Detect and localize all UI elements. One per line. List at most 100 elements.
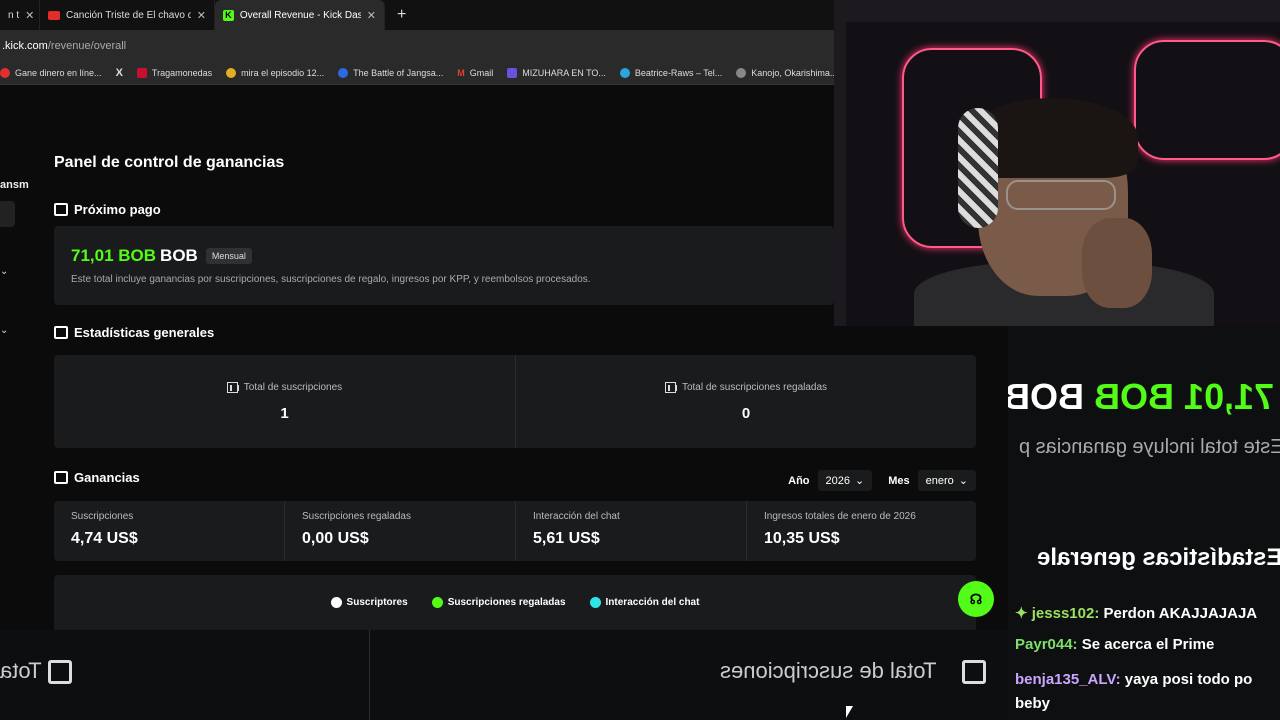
bar-chart-icon [226, 381, 239, 393]
bookmark-item[interactable]: Tragamonedas [136, 67, 212, 78]
frequency-badge: Mensual [205, 248, 252, 264]
stats-heading-label: Estadísticas generales [74, 325, 215, 340]
stat-gifted-subscriptions: Total de suscripciones regaladas 0 [516, 355, 976, 448]
payout-currency: BOB [160, 246, 198, 265]
mirrored-heading: Estadísticas generale [1036, 544, 1280, 571]
chat-username[interactable]: jesss102: [1032, 605, 1100, 622]
chat-username[interactable]: benja135_ALV: [1015, 671, 1121, 688]
stat-value: 0 [741, 404, 751, 422]
tab-kick-dashboard[interactable]: K Overall Revenue - Kick Dashboard ✕ [215, 0, 385, 30]
earnings-chart-card: Suscriptores Suscripciones regaladas Int… [54, 575, 976, 635]
sidebar: ansm ⌄ ⌄ [0, 86, 29, 630]
bookmark-item[interactable]: Kanojo, Okarishima... [736, 67, 834, 78]
bookmark-gmail[interactable]: M Gmail [457, 68, 493, 78]
chat-message: Payr044: Se acerca el Prime [1015, 636, 1214, 653]
bookmark-label: The Battle of Jangsa... [353, 67, 444, 78]
x-icon: X [115, 66, 123, 79]
chat-badge-icon: ✦ [1015, 605, 1028, 622]
chevron-down-icon: ⌄ [855, 475, 865, 487]
bookmark-icon [507, 67, 518, 78]
wallet-icon [54, 203, 68, 216]
earnings-label: Ingresos totales de enero de 2026 [764, 511, 916, 522]
close-icon[interactable]: ✕ [197, 9, 206, 22]
headset-icon: ☊ [969, 590, 983, 607]
chat-message: ✦ jesss102: Perdon AKAJJAJAJA [1015, 604, 1257, 622]
browser-tab-bar: n t ✕ Canción Triste de El chavo del 8 ✕… [0, 0, 834, 30]
bar-chart-icon [664, 381, 677, 393]
bookmark-icon [0, 67, 10, 78]
bookmark-label: Kanojo, Okarishima... [751, 67, 834, 78]
year-label: Año [788, 474, 810, 487]
chevron-down-icon: ⌄ [958, 475, 968, 487]
chart-legend: Suscriptores Suscripciones regaladas Int… [54, 597, 976, 608]
legend-item-gifted[interactable]: Suscripciones regaladas [431, 597, 566, 608]
bar-chart-icon [962, 660, 986, 684]
legend-dot [431, 597, 443, 608]
youtube-icon [48, 10, 60, 20]
legend-label: Suscripciones regaladas [447, 597, 566, 608]
bookmark-item[interactable]: Beatrice-Raws – Tel... [619, 67, 722, 78]
tab-partial[interactable]: n t ✕ [0, 0, 40, 30]
earnings-label: Suscripciones [71, 511, 134, 522]
close-icon[interactable]: ✕ [25, 9, 34, 22]
bookmark-label: Gmail [469, 67, 494, 78]
earnings-value: 0,00 US$ [302, 530, 369, 547]
legend-label: Interacción del chat [605, 597, 700, 608]
mirrored-amount: 71,01 BOB [1093, 376, 1274, 417]
payout-description: Este total incluye ganancias por suscrip… [71, 274, 591, 285]
tab-youtube[interactable]: Canción Triste de El chavo del 8 ✕ [40, 0, 215, 30]
sidebar-item-active[interactable] [0, 201, 15, 227]
close-icon[interactable]: ✕ [367, 9, 376, 22]
stat-total-subscriptions: Total de suscripciones 1 [54, 355, 515, 448]
tab-label: Overall Revenue - Kick Dashboard [239, 9, 361, 21]
earnings-label: Suscripciones regaladas [302, 511, 411, 522]
webcam-overlay [834, 0, 1280, 326]
earnings-gifted: Suscripciones regaladas 0,00 US$ [285, 501, 428, 561]
stat-label-row: Total de suscripciones [226, 381, 342, 393]
bookmark-icon [338, 67, 349, 78]
month-label: Mes [888, 474, 910, 487]
bookmark-x[interactable]: X [116, 67, 123, 79]
chevron-down-icon[interactable]: ⌄ [0, 266, 8, 277]
bookmark-icon [136, 67, 147, 78]
year-select[interactable]: 2026 ⌄ [817, 470, 873, 491]
bookmark-label: Gane dinero en líne... [15, 67, 102, 78]
screen: n t ✕ Canción Triste de El chavo del 8 ✕… [0, 0, 1280, 720]
earnings-label: Interacción del chat [533, 511, 620, 522]
chat-username[interactable]: Payr044: [1015, 636, 1078, 653]
stat-label-row: Total de suscripciones regaladas [664, 381, 828, 393]
address-bar[interactable]: .kick.com/revenue/overall [0, 30, 834, 61]
new-tab-button[interactable]: + [397, 6, 406, 24]
earnings-chat: Interacción del chat 5,61 US$ [516, 501, 637, 561]
month-value: enero [925, 474, 954, 487]
chat-text: Perdon AKAJJAJAJA [1103, 605, 1258, 622]
stats-icon [54, 326, 68, 339]
payout-heading-label: Próximo pago [74, 202, 161, 217]
sidebar-item-label[interactable]: ansm [0, 179, 29, 191]
earnings-value: 4,74 US$ [71, 530, 138, 547]
stream-chat: ✦ jesss102: Perdon AKAJJAJAJA Payr044: S… [1008, 596, 1280, 720]
support-chat-button[interactable]: ☊ [958, 581, 994, 617]
bookmark-item[interactable]: The Battle of Jangsa... [338, 67, 444, 78]
bookmark-item[interactable]: MIZUHARA EN TO... [507, 67, 606, 78]
mirrored-label: Tota [0, 658, 42, 683]
chevron-down-icon[interactable]: ⌄ [0, 325, 8, 336]
bookmark-item[interactable]: mira el episodio 12... [226, 67, 324, 78]
payout-amount-row: 71,01 BOB BOB Mensual [71, 246, 252, 266]
legend-item-chat[interactable]: Interacción del chat [589, 597, 700, 608]
neon-sign [1134, 40, 1280, 160]
bookmark-item[interactable]: Gane dinero en líne... [0, 67, 102, 78]
earnings-heading: Ganancias [54, 470, 140, 485]
page-title: Panel de control de ganancias [54, 154, 285, 171]
payout-amount: 71,01 BOB [71, 246, 157, 265]
bookmarks-bar: Gane dinero en líne... X Tragamonedas mi… [0, 61, 834, 85]
stat-value: 1 [280, 404, 289, 422]
glasses [1006, 180, 1116, 210]
url-path: /revenue/overall [47, 39, 127, 52]
month-select[interactable]: enero ⌄ [917, 470, 976, 491]
bar-chart-icon [54, 471, 68, 484]
stat-label: Total de suscripciones regaladas [681, 381, 828, 393]
mouse-cursor [846, 706, 853, 718]
earnings-subscriptions: Suscripciones 4,74 US$ [54, 501, 155, 561]
legend-item-subscribers[interactable]: Suscriptores [330, 597, 408, 608]
